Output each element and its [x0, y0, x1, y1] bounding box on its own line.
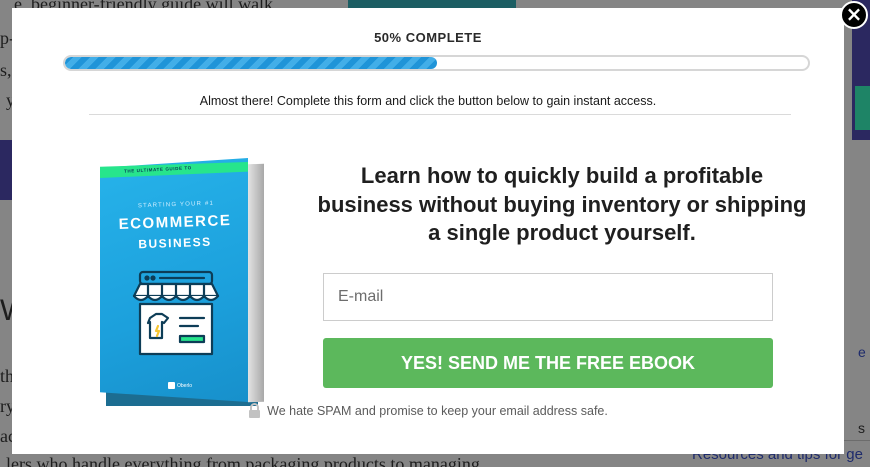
background-sidebar-text: e: [858, 344, 866, 360]
storefront-icon: [132, 270, 220, 356]
brand-logo-icon: [168, 382, 175, 389]
background-sidebar-text: s: [858, 420, 865, 436]
divider: [89, 114, 791, 115]
instruction-text: Almost there! Complete this form and cli…: [199, 94, 657, 108]
spam-notice-text: We hate SPAM and promise to keep your em…: [267, 404, 608, 418]
progress-bar-fill: [65, 57, 437, 69]
lock-icon: [249, 403, 261, 418]
progress-label: 50% COMPLETE: [374, 30, 482, 45]
headline: Learn how to quickly build a profitable …: [317, 163, 807, 245]
ebook-brand: Oberlo: [168, 382, 192, 389]
background-sidebar-button: [855, 86, 870, 130]
ebook-cover-image: THE ULTIMATE GUIDE TO STARTING YOUR #1 E…: [100, 158, 272, 408]
background-text-line: s,: [0, 60, 12, 80]
send-ebook-button[interactable]: YES! SEND ME THE FREE EBOOK: [323, 338, 773, 388]
background-banner: [348, 0, 516, 8]
spam-notice: We hate SPAM and promise to keep your em…: [12, 403, 844, 418]
progress-bar: [63, 55, 810, 71]
email-field[interactable]: [323, 273, 773, 321]
ebook-pages: [248, 163, 264, 403]
optin-modal: 50% COMPLETE Almost there! Complete this…: [12, 8, 844, 454]
close-button[interactable]: ×: [840, 1, 868, 29]
background-text-line: lers who handle everything from packagin…: [6, 454, 480, 467]
